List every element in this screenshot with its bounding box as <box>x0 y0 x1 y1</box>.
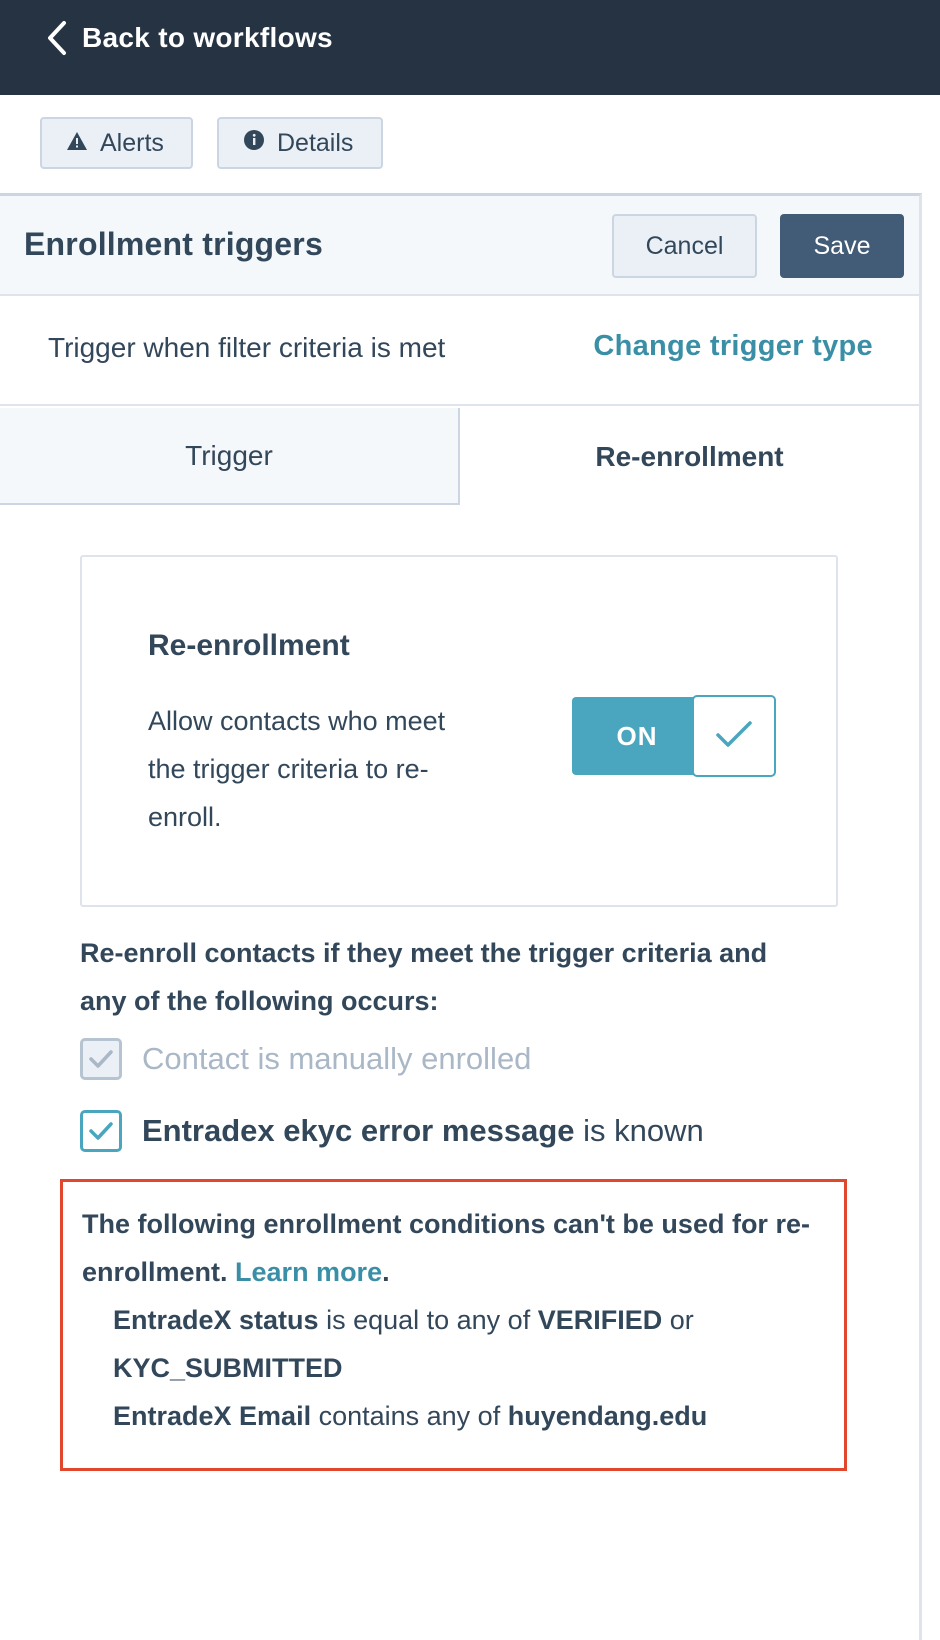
re-enrollment-title: Re-enrollment <box>148 629 350 662</box>
condition-property: EntradeX Email <box>113 1401 312 1431</box>
tab-trigger[interactable]: Trigger <box>0 408 460 505</box>
trigger-type-text: Trigger when filter criteria is met <box>48 332 446 363</box>
re-enroll-conditions-description: Re-enroll contacts if they meet the trig… <box>80 938 768 1016</box>
top-bar: Back to workflows <box>0 0 940 95</box>
ekyc-error-label: Entradex ekyc error message is known <box>142 1113 704 1149</box>
condition-operator: is equal to any of <box>318 1305 538 1335</box>
re-enrollment-toggle[interactable]: ON <box>572 695 776 777</box>
re-enrollment-card: Re-enrollment Allow contacts who meet th… <box>80 555 838 907</box>
warning-period: . <box>382 1257 390 1287</box>
back-to-workflows-link[interactable]: Back to workflows <box>44 18 333 58</box>
condition-value: KYC_SUBMITTED <box>113 1353 343 1383</box>
warning-message: The following enrollment conditions can'… <box>82 1209 810 1287</box>
toggle-knob <box>692 695 776 777</box>
tab-re-enrollment[interactable]: Re-enrollment <box>460 408 919 505</box>
ekyc-error-operator: is known <box>574 1113 704 1148</box>
condition-operator: contains any of <box>311 1401 508 1431</box>
ekyc-error-checkbox[interactable] <box>80 1110 122 1152</box>
warning-text: The following enrollment conditions can'… <box>82 1200 842 1296</box>
alerts-label: Alerts <box>100 128 164 157</box>
condition-value: huyendang.edu <box>507 1401 708 1431</box>
enrollment-triggers-panel: Enrollment triggers Cancel Save Trigger … <box>0 193 922 1640</box>
chevron-left-icon <box>44 18 70 58</box>
alerts-button[interactable]: Alerts <box>40 117 193 169</box>
warning-icon <box>66 129 88 158</box>
learn-more-link[interactable]: Learn more <box>235 1257 382 1287</box>
manual-enrollment-label: Contact is manually enrolled <box>142 1041 532 1076</box>
toolbar: Alerts Details <box>0 95 940 193</box>
back-link-label: Back to workflows <box>82 22 333 53</box>
condition-joiner: or <box>662 1305 694 1335</box>
condition-entradex-status: EntradeX status is equal to any of VERIF… <box>113 1296 813 1392</box>
tab-bar: Trigger Re-enrollment <box>0 408 919 505</box>
info-icon <box>243 129 265 158</box>
condition-entradex-email: EntradeX Email contains any of huyendang… <box>113 1392 813 1440</box>
trigger-type-row: Trigger when filter criteria is met Chan… <box>0 296 919 406</box>
manual-enrollment-checkbox <box>80 1038 122 1080</box>
ekyc-error-property: Entradex ekyc error message <box>142 1113 575 1148</box>
save-button[interactable]: Save <box>780 214 904 278</box>
toggle-on-label: ON <box>572 697 702 775</box>
unusable-conditions-warning: The following enrollment conditions can'… <box>60 1179 847 1471</box>
panel-title: Enrollment triggers <box>24 226 323 262</box>
details-label: Details <box>277 128 354 157</box>
cancel-button[interactable]: Cancel <box>612 214 757 278</box>
manual-enrollment-option: Contact is manually enrolled <box>80 1038 531 1080</box>
change-trigger-type-link[interactable]: Change trigger type <box>593 330 873 363</box>
check-icon <box>714 719 754 754</box>
re-enrollment-description: Allow contacts who meet the trigger crit… <box>148 706 446 832</box>
condition-property: EntradeX status <box>113 1305 319 1335</box>
condition-value: VERIFIED <box>537 1305 663 1335</box>
panel-header: Enrollment triggers Cancel Save <box>0 196 919 296</box>
details-button[interactable]: Details <box>217 117 383 169</box>
ekyc-error-option[interactable]: Entradex ekyc error message is known <box>80 1110 704 1152</box>
